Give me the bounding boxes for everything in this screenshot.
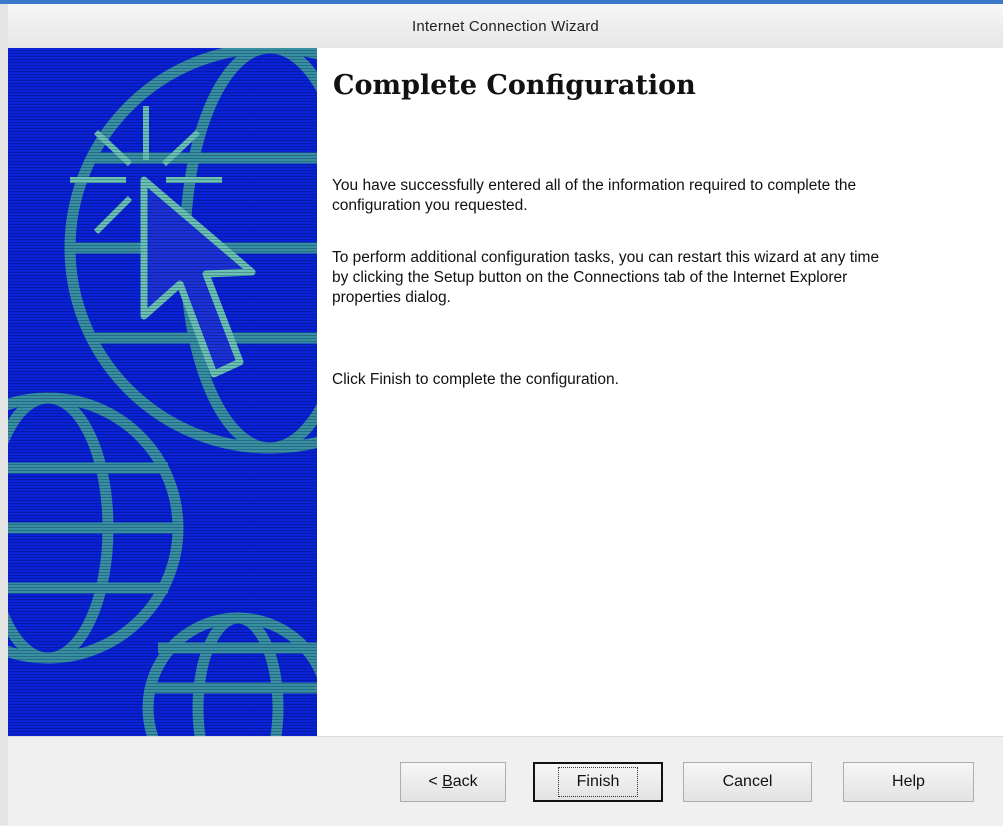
- window-title: Internet Connection Wizard: [412, 17, 599, 35]
- page-title: Complete Configuration: [333, 70, 696, 101]
- wizard-content: Complete Configuration You have successf…: [332, 48, 992, 736]
- button-bar: < Back Finish Cancel Help: [8, 736, 1003, 826]
- help-button[interactable]: Help: [843, 762, 974, 802]
- restart-instructions: To perform additional configuration task…: [332, 249, 880, 306]
- finish-button-label: Finish: [557, 767, 639, 797]
- wizard-side-art: [8, 48, 317, 736]
- back-button-rest: ack: [452, 773, 478, 790]
- back-button[interactable]: < Back: [400, 762, 506, 802]
- finish-instruction: Click Finish to complete the configurati…: [332, 371, 619, 388]
- globe-icon: [142, 612, 317, 736]
- back-button-prefix: <: [428, 773, 443, 790]
- globe-cursor-illustration: [8, 48, 317, 736]
- window-edge: [0, 0, 8, 825]
- title-bar[interactable]: Internet Connection Wizard: [8, 4, 1003, 49]
- wizard-window: Complete Configuration You have successf…: [8, 48, 1003, 826]
- success-message: You have successfully entered all of the…: [332, 177, 857, 214]
- cancel-button[interactable]: Cancel: [683, 762, 812, 802]
- finish-button[interactable]: Finish: [533, 762, 663, 802]
- globe-icon: [8, 392, 184, 664]
- back-button-mnemonic: B: [442, 773, 453, 790]
